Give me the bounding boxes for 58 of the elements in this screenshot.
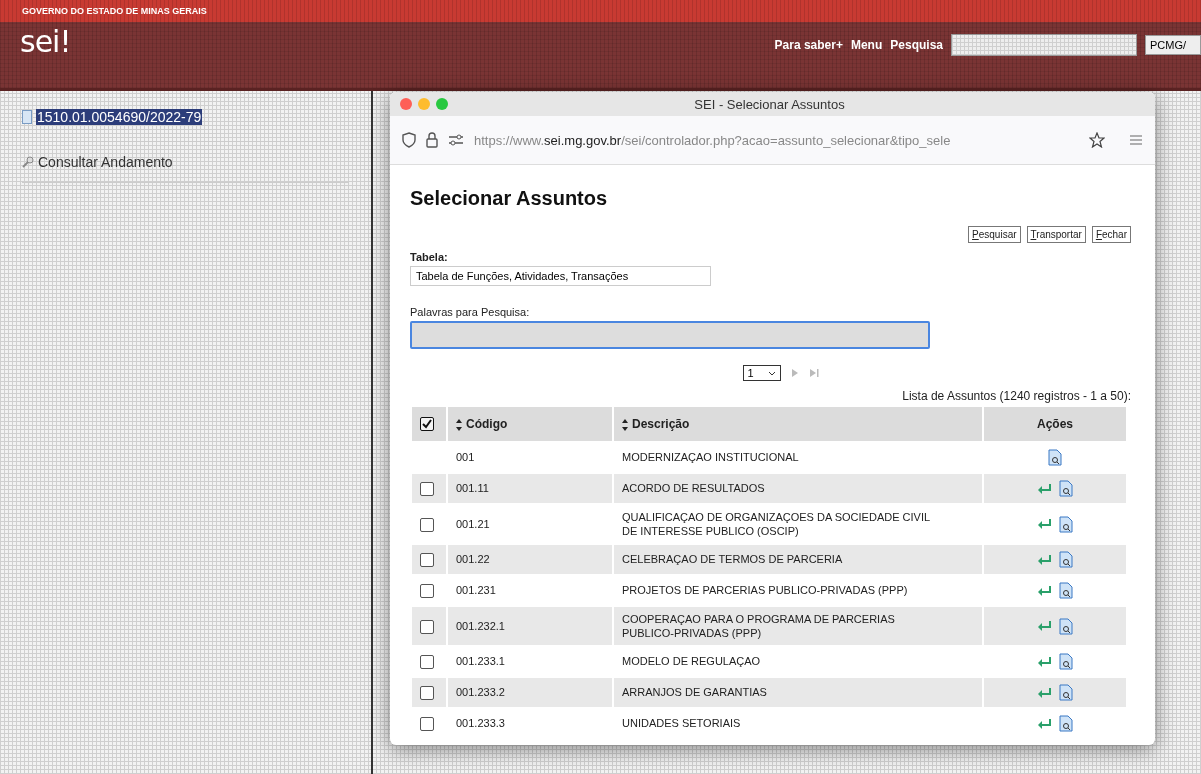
arrow-icon[interactable]	[1037, 655, 1051, 668]
folder-icon	[22, 110, 32, 124]
checkbox[interactable]	[420, 417, 434, 432]
checkbox[interactable]	[420, 717, 434, 732]
header-link[interactable]: Pesquisa	[890, 38, 943, 52]
search-field[interactable]	[410, 321, 930, 349]
checkbox[interactable]	[420, 655, 434, 670]
checkbox[interactable]	[420, 686, 434, 701]
action-button[interactable]: Transportar	[1026, 226, 1086, 243]
process-link[interactable]: 1510.01.0054690/2022-79	[36, 109, 203, 125]
field-label: Tabela:	[410, 251, 449, 263]
page-select[interactable]: 1	[742, 365, 781, 381]
document-search-icon[interactable]	[1059, 582, 1073, 599]
document-search-icon[interactable]	[1059, 480, 1073, 497]
arrow-icon[interactable]	[1037, 620, 1051, 632]
permissions-icon[interactable]	[448, 134, 464, 146]
shield-icon[interactable]	[402, 132, 416, 148]
arrow-icon[interactable]	[1037, 686, 1051, 699]
unit-select[interactable]: PCMG/	[1145, 35, 1201, 55]
arrow-icon[interactable]	[1037, 584, 1051, 597]
action-button[interactable]: Pesquisar	[968, 226, 1021, 243]
sidebar-link[interactable]: Consultar Andamento	[22, 142, 349, 183]
window-title: SEI - Selecionar Assuntos	[694, 96, 846, 112]
arrow-icon[interactable]	[1037, 717, 1051, 730]
header-link[interactable]: Menu	[850, 38, 883, 52]
header-link[interactable]: Para saber+	[774, 38, 843, 52]
document-search-icon[interactable]	[1059, 617, 1073, 635]
page-heading: Selecionar Assuntos	[410, 187, 609, 210]
list-caption: Lista de Assuntos (1240 registros - 1 a 50):	[902, 389, 1131, 403]
table-select[interactable]: Tabela de Funções, Atividades, Transações	[410, 266, 711, 286]
document-search-icon[interactable]	[1059, 551, 1073, 568]
star-icon[interactable]	[1089, 132, 1105, 148]
column-header: Descrição	[632, 417, 690, 431]
column-header: Código	[466, 417, 508, 431]
field-label: Palavras para Pesquisa:	[410, 306, 531, 318]
checkbox[interactable]	[420, 517, 434, 532]
header-search-field[interactable]	[951, 34, 1137, 56]
document-search-icon[interactable]	[1059, 653, 1073, 670]
checkbox[interactable]	[420, 619, 434, 634]
action-button[interactable]: Fechar	[1091, 226, 1131, 243]
column-header: Ações	[1037, 417, 1073, 431]
arrow-icon[interactable]	[1037, 482, 1051, 495]
document-search-icon[interactable]	[1048, 449, 1062, 466]
government-title: GOVERNO DO ESTADO DE MINAS GERAIS	[22, 6, 207, 16]
document-search-icon[interactable]	[1059, 684, 1073, 701]
magnifier-icon	[22, 156, 34, 168]
lock-icon[interactable]	[426, 132, 438, 148]
checkbox[interactable]	[420, 482, 434, 497]
arrow-icon[interactable]	[1037, 518, 1051, 530]
sort-icon[interactable]	[456, 418, 462, 431]
caret-icon[interactable]	[767, 370, 776, 376]
sei-logo[interactable]: sei!	[20, 26, 71, 58]
document-search-icon[interactable]	[1059, 715, 1073, 732]
sort-icon[interactable]	[622, 418, 628, 431]
arrow-icon[interactable]	[1037, 553, 1051, 566]
document-search-icon[interactable]	[1059, 515, 1073, 533]
checkbox[interactable]	[420, 553, 434, 568]
checkbox[interactable]	[420, 584, 434, 599]
